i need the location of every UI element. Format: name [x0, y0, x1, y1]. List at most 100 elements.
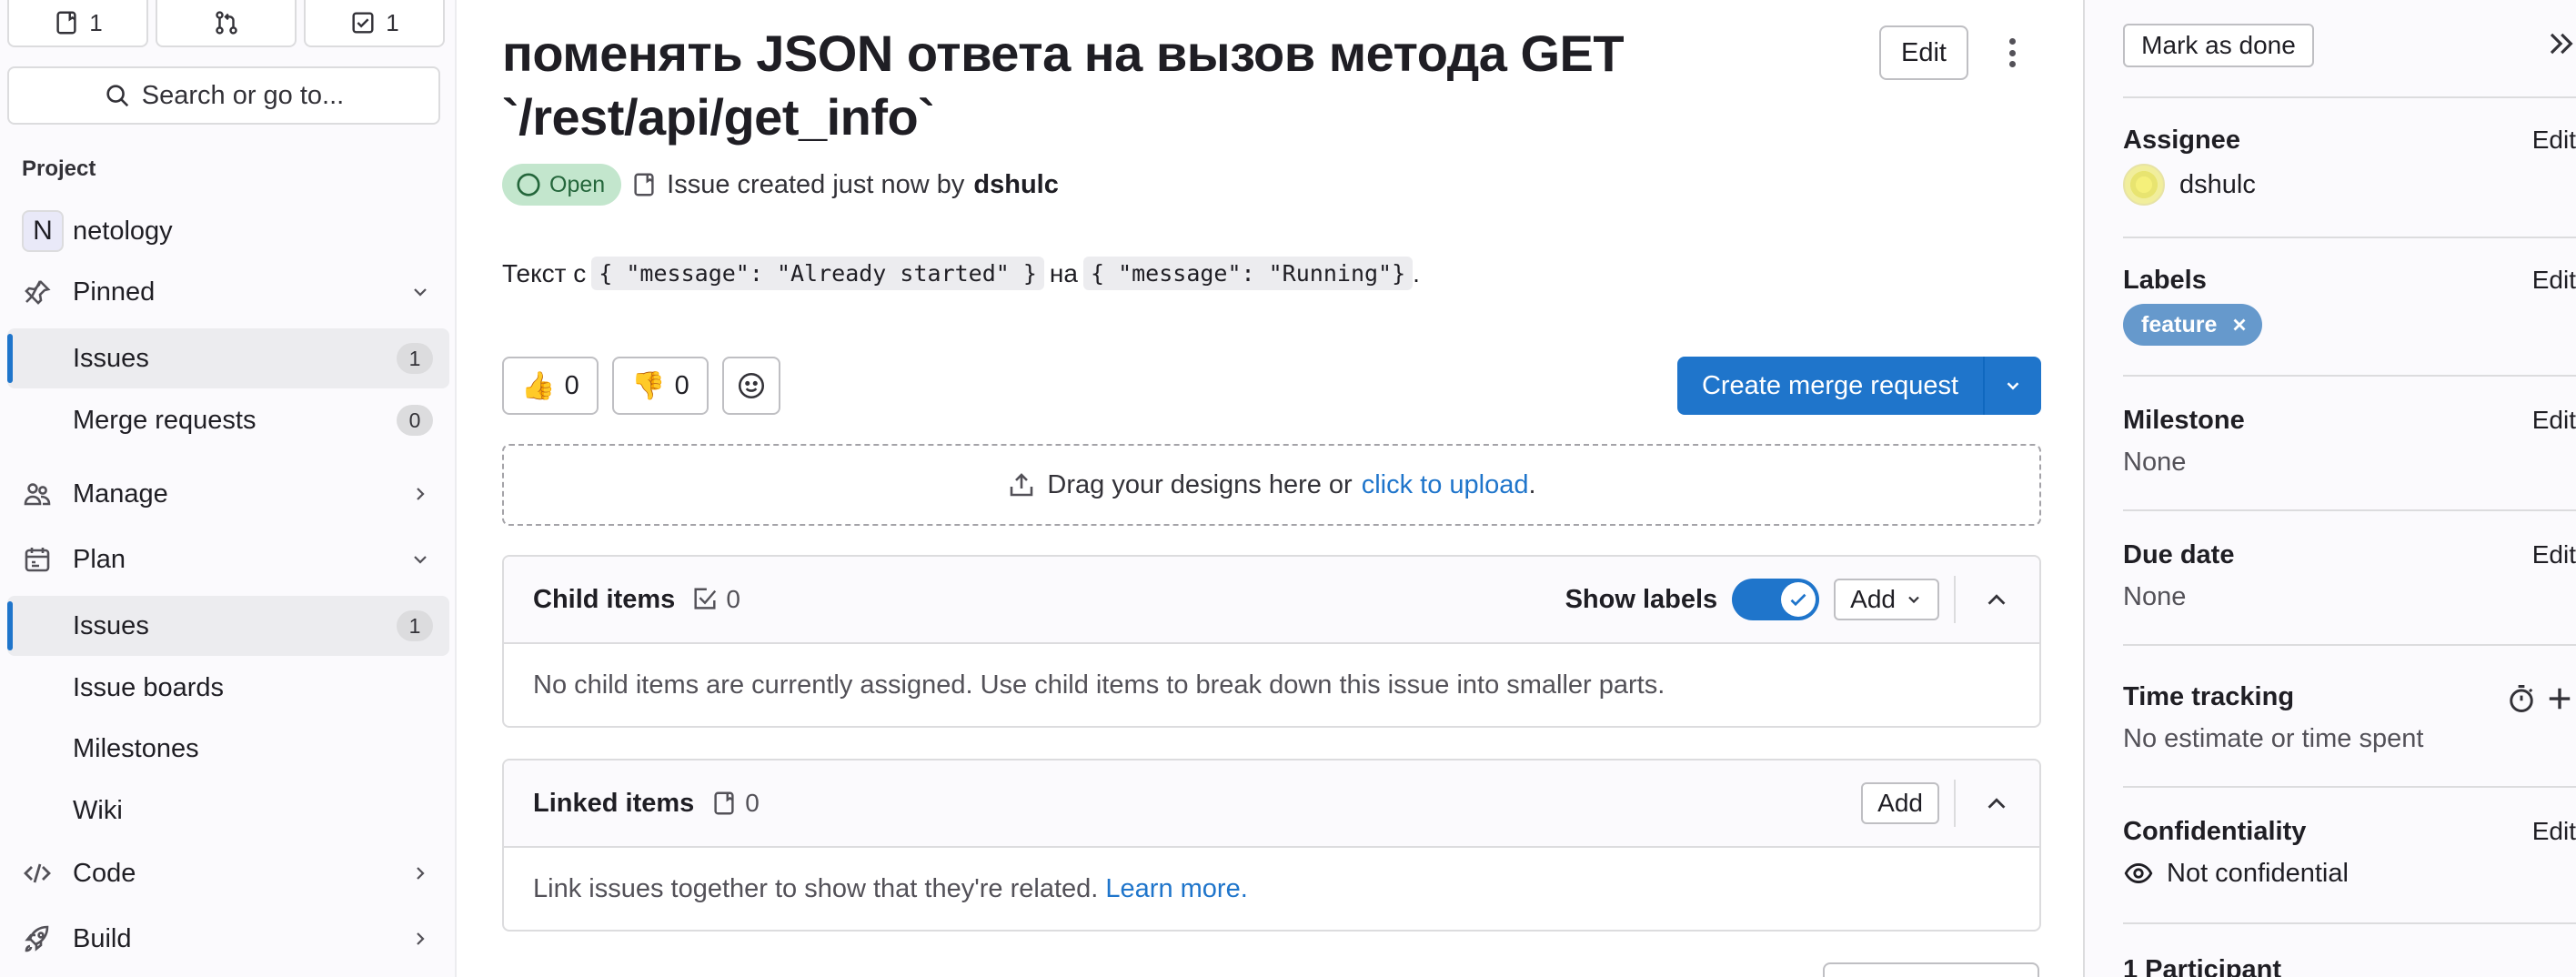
divider	[2123, 96, 2576, 98]
divider	[2123, 922, 2576, 924]
divider	[1954, 780, 1956, 827]
desc-suffix: .	[1413, 258, 1420, 287]
linked-items-title: Linked items	[533, 788, 695, 818]
linked-items-empty: Link issues together to show that they'r…	[504, 848, 2039, 930]
chevron-right-icon	[417, 867, 425, 880]
chevron-up-icon[interactable]	[1983, 790, 2010, 817]
child-items-title: Child items	[533, 584, 676, 614]
calendar-icon	[20, 542, 55, 577]
desc-prefix: Текст с	[502, 258, 587, 287]
thumbs-down-icon: 👎	[631, 370, 666, 401]
assignee-name: dshulc	[2179, 169, 2256, 199]
users-icon	[20, 477, 55, 511]
avatar	[2123, 164, 2165, 206]
activity-sort-button[interactable]	[1823, 962, 2039, 977]
count-badge: 1	[397, 610, 433, 641]
count-badge: 1	[397, 343, 433, 374]
edit-issue-button[interactable]: Edit	[1879, 25, 1968, 80]
linked-items-header: Linked items 0 Add	[504, 760, 2039, 848]
thumbs-up-button[interactable]: 👍 0	[502, 357, 599, 415]
assignee[interactable]: dshulc	[2123, 164, 2256, 206]
thumbs-up-icon: 👍	[521, 370, 556, 401]
code-label: Code	[73, 858, 136, 888]
show-labels-label: Show labels	[1565, 584, 1718, 614]
toggle-knob	[1781, 582, 1816, 617]
dropzone-suffix: .	[1528, 469, 1536, 499]
show-labels-toggle[interactable]	[1732, 579, 1820, 620]
milestone-edit-button[interactable]: Edit	[2532, 406, 2576, 435]
sidebar-item-pinned[interactable]: Pinned	[7, 262, 449, 322]
dropzone-text: Drag your designs here or	[1047, 469, 1353, 499]
plus-icon[interactable]	[2543, 682, 2576, 715]
add-child-item-button[interactable]: Add	[1834, 579, 1939, 620]
meta-text: Issue created just now by	[667, 169, 965, 199]
sidebar-item-plan[interactable]: Plan	[7, 529, 449, 589]
click-to-upload-link[interactable]: click to upload	[1362, 470, 1529, 500]
merge-requests-counter-button[interactable]	[156, 0, 297, 47]
todos-counter-button[interactable]: 1	[304, 0, 445, 47]
add-linked-item-button[interactable]: Add	[1861, 782, 1939, 824]
sidebar-item-issue-boards[interactable]: Issue boards	[7, 658, 449, 718]
labels-edit-button[interactable]: Edit	[2532, 266, 2576, 295]
sidebar-item-label: Issues	[73, 343, 149, 373]
stopwatch-icon[interactable]	[2505, 682, 2538, 715]
search-button[interactable]: Search or go to...	[7, 66, 440, 125]
manage-label: Manage	[73, 478, 168, 509]
sidebar-item-wiki[interactable]: Wiki	[7, 781, 449, 841]
section-label: Project	[22, 156, 96, 181]
assignee-edit-button[interactable]: Edit	[2532, 126, 2576, 155]
learn-more-link[interactable]: Learn more.	[1105, 874, 1247, 904]
add-label: Add	[1850, 585, 1896, 613]
thumbs-down-button[interactable]: 👎 0	[612, 357, 709, 415]
project-avatar: N	[22, 210, 64, 252]
chevron-down-icon	[414, 288, 427, 297]
pinned-label: Pinned	[73, 277, 156, 307]
child-items-header: Child items 0 Show labels Add	[504, 557, 2039, 644]
sidebar-item-plan-issues[interactable]: Issues 1	[7, 596, 449, 656]
sidebar-item-manage[interactable]: Manage	[7, 464, 449, 524]
top-counters: 1 1	[7, 0, 445, 49]
participants-heading: 1 Participant	[2123, 955, 2282, 977]
issue-description: Текст с { "message": "Already started" }…	[502, 257, 1420, 290]
plan-label: Plan	[73, 544, 126, 574]
more-actions-icon[interactable]	[1994, 33, 2030, 73]
task-done-icon	[694, 588, 717, 609]
child-items-actions: Show labels Add	[1565, 576, 2010, 623]
label-feature[interactable]: feature	[2123, 304, 2263, 346]
divider	[2123, 237, 2576, 238]
sidebar-item-pinned-issues[interactable]: Issues 1	[7, 328, 449, 388]
project-name: netology	[73, 216, 173, 246]
linked-items-count: 0	[710, 789, 760, 818]
issues-counter-button[interactable]: 1	[7, 0, 148, 47]
linked-items-card: Linked items 0 Add Link issues together …	[502, 759, 2041, 932]
search-icon	[106, 85, 128, 107]
sidebar-project-netology[interactable]: N netology	[7, 201, 449, 261]
collapse-sidebar-icon[interactable]	[2543, 27, 2576, 60]
confidentiality-value: Not confidential	[2167, 858, 2349, 888]
sidebar-item-code[interactable]: Code	[7, 843, 449, 903]
sidebar-item-milestones[interactable]: Milestones	[7, 719, 449, 779]
build-label: Build	[73, 923, 132, 953]
assignee-heading: Assignee	[2123, 126, 2240, 155]
add-reaction-button[interactable]	[722, 357, 780, 415]
chevron-up-icon[interactable]	[1983, 586, 2010, 613]
upload-icon	[1011, 473, 1033, 497]
close-icon[interactable]	[2229, 315, 2249, 335]
smiley-icon	[738, 372, 765, 399]
mark-as-done-button[interactable]: Mark as done	[2123, 24, 2314, 67]
eye-icon	[2124, 863, 2153, 883]
todos-count: 1	[386, 8, 399, 36]
sidebar-item-pinned-merge-requests[interactable]: Merge requests 0	[7, 390, 449, 450]
design-dropzone[interactable]: Drag your designs here or click to uploa…	[502, 444, 2041, 526]
issue-title: поменять JSON ответа на вызов метода GET…	[502, 25, 1625, 146]
sidebar-item-build[interactable]: Build	[7, 909, 449, 969]
search-label: Search or go to...	[141, 80, 345, 110]
due-date-edit-button[interactable]: Edit	[2532, 540, 2576, 569]
author-link[interactable]: dshulc	[973, 170, 1058, 200]
create-mr-dropdown-toggle[interactable]	[1985, 357, 2041, 415]
code-snippet: { "message": "Running"}	[1082, 257, 1414, 290]
code-icon	[20, 856, 55, 891]
create-merge-request-button[interactable]: Create merge request	[1677, 357, 1985, 415]
confidentiality-edit-button[interactable]: Edit	[2532, 817, 2576, 846]
issue-type-icon	[634, 173, 654, 196]
